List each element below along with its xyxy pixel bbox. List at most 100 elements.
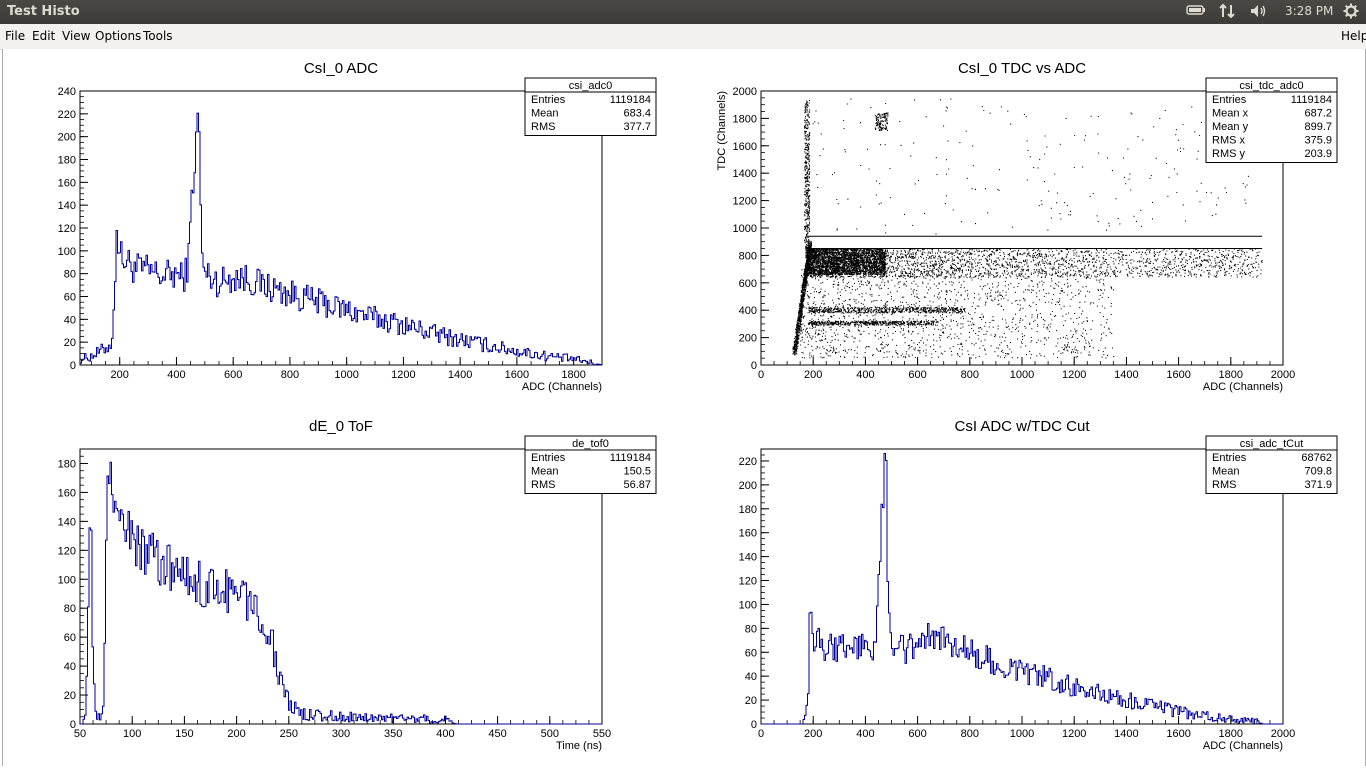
x-tick-label: 400 [436,728,454,740]
y-tick-label: 40 [64,661,76,673]
x-tick-label: 1400 [448,369,472,381]
y-tick-label: 1200 [733,196,757,208]
y-tick-label: 140 [58,200,76,212]
window-title: Test Histo [7,4,80,19]
stats-key: Mean y [1212,121,1249,133]
stats-name: csi_adc_tCut [1240,438,1304,450]
menu-options[interactable]: Options [95,29,141,43]
x-tick-label: 250 [280,728,298,740]
x-tick-label: 1200 [1062,369,1086,381]
stats-key: RMS [531,479,555,491]
stats-key: RMS y [1212,148,1246,160]
scatter-points [792,98,1263,359]
x-tick-label: 400 [856,728,874,740]
y-tick-label: 400 [739,305,757,317]
x-tick-label: 0 [758,369,764,381]
stats-key: Entries [531,94,566,106]
clock[interactable]: 3:28 PM [1285,4,1333,18]
chart-title: CsI ADC w/TDC Cut [954,418,1090,435]
y-tick-label: 600 [739,278,757,290]
y-tick-label: 20 [745,695,757,707]
stats-name: csi_adc0 [569,80,612,92]
chart-title: CsI_0 TDC vs ADC [958,60,1086,77]
stats-key: Mean [531,466,559,478]
x-axis-label: Time (ns) [556,740,602,752]
x-tick-label: 400 [167,369,185,381]
x-tick-label: 500 [541,728,559,740]
stats-value: 687.2 [1304,108,1332,120]
y-tick-label: 160 [739,528,757,540]
chart-panel-4: CsI ADC w/TDC Cut 0 20 40 60 80 100 120 140 160 18… [739,418,1338,752]
x-tick-label: 50 [74,728,86,740]
network-icon[interactable] [1218,3,1236,23]
stats-value: 56.87 [623,479,651,491]
stats-name: de_tof0 [572,438,609,450]
x-tick-label: 200 [111,369,129,381]
x-tick-label: 400 [856,369,874,381]
y-tick-label: 220 [58,109,76,121]
x-tick-label: 1600 [1166,369,1190,381]
x-tick-label: 1800 [561,369,585,381]
y-tick-label: 160 [58,177,76,189]
x-tick-label: 800 [961,369,979,381]
chart-panel-1: CsI_0 ADC 0 20 40 60 80 100 120 140 160 180 200 220 2… [58,60,657,393]
battery-icon[interactable] [1186,3,1206,21]
stats-key: Mean x [1212,108,1249,120]
x-axis-label: ADC (Channels) [522,381,602,393]
x-tick-label: 300 [332,728,350,740]
x-tick-label: 1200 [391,369,415,381]
stats-key: Entries [1212,452,1247,464]
stats-value: 375.9 [1304,135,1332,147]
stats-value: 683.4 [623,108,651,120]
x-tick-label: 600 [908,369,926,381]
plots-svg: CsI_0 ADC0204060801001201401601802002202… [58,60,1338,752]
y-tick-label: 40 [745,671,757,683]
menu-bar: File Edit View Options Tools Help [0,24,1366,50]
x-tick-label: 1000 [334,369,358,381]
x-tick-label: 800 [961,728,979,740]
y-tick-label: 140 [58,516,76,528]
x-tick-label: 800 [281,369,299,381]
x-tick-label: 1000 [1010,369,1034,381]
gear-icon[interactable] [1343,3,1359,23]
stats-value: 150.5 [623,466,651,478]
menu-view[interactable]: View [62,29,90,43]
x-axis-label: ADC (Channels) [1203,381,1283,393]
menu-tools[interactable]: Tools [143,29,173,43]
x-tick-label: 350 [384,728,402,740]
x-tick-label: 0 [758,728,764,740]
y-tick-label: 20 [64,337,76,349]
y-tick-label: 60 [64,292,76,304]
plot-frame [79,448,603,725]
histogram-line [80,461,602,725]
menu-help[interactable]: Help [1341,29,1366,43]
y-tick-label: 60 [745,647,757,659]
y-tick-label: 120 [58,545,76,557]
x-tick-label: 600 [224,369,242,381]
root-canvas[interactable]: CsI_0 ADC 0 20 40 60 80 100 120 140 160 180 200 220 2… [2,49,1366,766]
plot-frame [760,448,1284,725]
menu-file[interactable]: File [5,29,25,43]
y-tick-label: 80 [64,269,76,281]
y-tick-label: 0 [751,360,757,372]
x-tick-label: 1000 [1010,728,1034,740]
stats-key: Mean [531,108,559,120]
stats-value: 371.9 [1304,479,1332,491]
stats-box: csi_adc_tCut Entries 68762 Mean 709.8 RMS 371.… [1205,435,1338,494]
stats-box: de_tof0 Entries 1119184 Mean 150.5 RMS 56.87 [524,435,657,494]
volume-icon[interactable] [1249,3,1269,23]
x-axis-label: ADC (Channels) [1203,740,1283,752]
y-tick-label: 120 [739,576,757,588]
stats-key: RMS [1212,479,1236,491]
y-tick-label: 180 [58,155,76,167]
y-tick-label: 40 [64,314,76,326]
y-tick-label: 240 [58,86,76,98]
x-tick-label: 1800 [1219,369,1243,381]
y-tick-label: 60 [64,632,76,644]
chart-panel-3: dE_0 ToF02040608010012014016018050 100 150… [58,418,657,752]
chart-title: CsI_0 ADC [304,60,378,77]
stats-key: Entries [1212,94,1247,106]
menu-edit[interactable]: Edit [32,29,55,43]
y-tick-label: 180 [58,458,76,470]
stats-box: csi_adc0Entries 1119184 Mean 683.4 RMS 377.7 [524,77,657,136]
